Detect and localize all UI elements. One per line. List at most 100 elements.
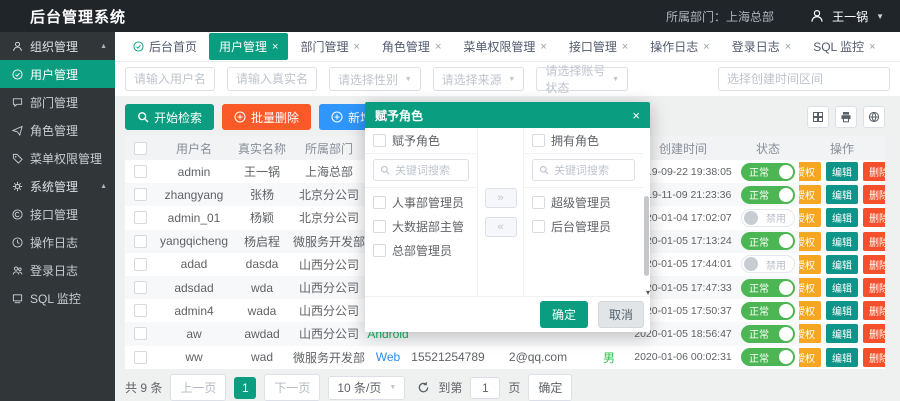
- authorize-button[interactable]: 授权: [799, 255, 821, 274]
- edit-button[interactable]: 编辑: [826, 208, 858, 227]
- row-checkbox[interactable]: [134, 258, 147, 271]
- role-checkbox[interactable]: [532, 220, 545, 233]
- role-checkbox[interactable]: [373, 196, 386, 209]
- chevron-down-icon[interactable]: ▼: [876, 12, 884, 21]
- tab-8[interactable]: SQL 监控×: [803, 33, 885, 60]
- delete-button[interactable]: 删除: [863, 324, 885, 343]
- authorize-button[interactable]: 授权: [799, 185, 821, 204]
- edit-button[interactable]: 编辑: [826, 255, 858, 274]
- status-toggle[interactable]: 禁用: [741, 209, 795, 227]
- filter-select-3[interactable]: 请选择来源▼: [433, 67, 525, 91]
- sidebar-item-6[interactable]: 接口管理: [0, 200, 115, 228]
- tab-6[interactable]: 操作日志×: [640, 33, 719, 60]
- role-checkbox[interactable]: [532, 196, 545, 209]
- prev-page-button[interactable]: 上一页: [170, 374, 226, 401]
- close-icon[interactable]: ×: [632, 108, 640, 123]
- username[interactable]: 王一锅: [832, 8, 868, 25]
- authorize-button[interactable]: 授权: [799, 301, 821, 320]
- page-number[interactable]: 1: [234, 377, 256, 399]
- edit-button[interactable]: 编辑: [826, 185, 858, 204]
- row-checkbox[interactable]: [134, 327, 147, 340]
- tab-4[interactable]: 菜单权限管理×: [453, 33, 556, 60]
- select-all-checkbox[interactable]: [134, 142, 147, 155]
- close-tab-icon[interactable]: ×: [435, 41, 441, 53]
- filter-input-1[interactable]: [227, 67, 317, 91]
- edit-button[interactable]: 编辑: [826, 278, 858, 297]
- tab-1[interactable]: 用户管理×: [209, 33, 288, 60]
- print-icon[interactable]: [835, 106, 857, 128]
- owned-roles-search-input[interactable]: 关键词搜索: [532, 159, 635, 181]
- scrollbar-thumb[interactable]: [644, 196, 649, 276]
- edit-button[interactable]: 编辑: [826, 348, 858, 367]
- authorize-button[interactable]: 授权: [799, 232, 821, 251]
- export-icon[interactable]: [863, 106, 885, 128]
- close-tab-icon[interactable]: ×: [540, 41, 546, 53]
- row-checkbox[interactable]: [134, 304, 147, 317]
- role-item[interactable]: 后台管理员: [532, 218, 635, 235]
- close-tab-icon[interactable]: ×: [353, 41, 359, 53]
- tab-5[interactable]: 接口管理×: [559, 33, 638, 60]
- authorize-button[interactable]: 授权: [799, 278, 821, 297]
- column-filter-icon[interactable]: [807, 106, 829, 128]
- sidebar-item-4[interactable]: 菜单权限管理: [0, 144, 115, 172]
- next-page-button[interactable]: 下一页: [264, 374, 320, 401]
- row-checkbox[interactable]: [134, 281, 147, 294]
- filter-input-5[interactable]: [718, 67, 890, 91]
- sidebar-item-2[interactable]: 部门管理: [0, 88, 115, 116]
- status-toggle[interactable]: 正常: [741, 348, 795, 366]
- tab-3[interactable]: 角色管理×: [372, 33, 451, 60]
- role-checkbox[interactable]: [373, 220, 386, 233]
- role-checkbox[interactable]: [373, 244, 386, 257]
- sidebar-item-8[interactable]: 登录日志: [0, 256, 115, 284]
- role-item[interactable]: 总部管理员: [373, 242, 469, 259]
- sidebar-item-5[interactable]: 系统管理▲: [0, 172, 115, 200]
- authorize-button[interactable]: 授权: [799, 348, 821, 367]
- delete-button[interactable]: 删除: [863, 301, 885, 320]
- row-checkbox[interactable]: [134, 351, 147, 364]
- close-tab-icon[interactable]: ×: [272, 41, 278, 53]
- authorize-button[interactable]: 授权: [799, 162, 821, 181]
- authorize-button[interactable]: 授权: [799, 324, 821, 343]
- confirm-button[interactable]: 确定: [540, 301, 588, 328]
- delete-button[interactable]: 删除: [863, 278, 885, 297]
- delete-button[interactable]: 删除: [863, 348, 885, 367]
- tab-7[interactable]: 登录日志×: [722, 33, 801, 60]
- page-size-select[interactable]: 10 条/页 ▼: [328, 376, 405, 400]
- jump-confirm-button[interactable]: 确定: [528, 374, 572, 401]
- status-toggle[interactable]: 正常: [741, 302, 795, 320]
- close-tab-icon[interactable]: ×: [869, 41, 875, 53]
- filter-select-2[interactable]: 请选择性别▼: [329, 67, 421, 91]
- delete-button[interactable]: 删除: [863, 162, 885, 181]
- role-item[interactable]: 大数据部主管: [373, 218, 469, 235]
- sidebar-item-7[interactable]: 操作日志: [0, 228, 115, 256]
- edit-button[interactable]: 编辑: [826, 324, 858, 343]
- role-item[interactable]: 超级管理员: [532, 194, 635, 211]
- modal-scrollbar[interactable]: ▾: [643, 130, 649, 296]
- filter-input-0[interactable]: [125, 67, 215, 91]
- sidebar-item-1[interactable]: 用户管理: [0, 60, 115, 88]
- jump-page-input[interactable]: [470, 377, 500, 399]
- status-toggle[interactable]: 正常: [741, 325, 795, 343]
- sidebar-item-0[interactable]: 组织管理▲: [0, 32, 115, 60]
- edit-button[interactable]: 编辑: [826, 162, 858, 181]
- delete-button[interactable]: 删除: [863, 208, 885, 227]
- filter-select-4[interactable]: 请选择账号状态▼: [536, 67, 628, 91]
- tab-0[interactable]: 后台首页: [123, 33, 207, 60]
- assign-roles-checkbox[interactable]: [373, 134, 386, 147]
- search-button[interactable]: 开始检索: [125, 104, 214, 130]
- role-item[interactable]: 人事部管理员: [373, 194, 469, 211]
- owned-roles-checkbox[interactable]: [532, 134, 545, 147]
- status-toggle[interactable]: 正常: [741, 186, 795, 204]
- close-tab-icon[interactable]: ×: [785, 41, 791, 53]
- row-checkbox[interactable]: [134, 165, 147, 178]
- delete-button[interactable]: 删除: [863, 185, 885, 204]
- cancel-button[interactable]: 取消: [598, 301, 644, 328]
- batch-delete-button[interactable]: 批量删除: [222, 104, 311, 130]
- status-toggle[interactable]: 正常: [741, 232, 795, 250]
- sidebar-item-3[interactable]: 角色管理: [0, 116, 115, 144]
- close-tab-icon[interactable]: ×: [622, 41, 628, 53]
- sidebar-item-9[interactable]: SQL 监控: [0, 284, 115, 312]
- refresh-icon[interactable]: [417, 381, 430, 394]
- transfer-left-button[interactable]: «: [485, 217, 517, 237]
- status-toggle[interactable]: 正常: [741, 163, 795, 181]
